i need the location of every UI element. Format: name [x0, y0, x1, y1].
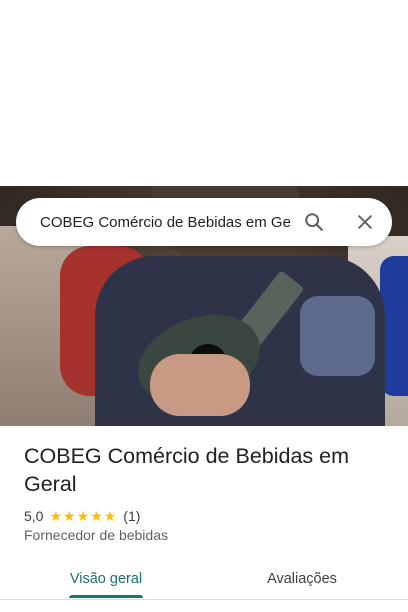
star-icon: ★	[63, 508, 76, 524]
star-icon: ★	[90, 508, 103, 524]
clear-search-button[interactable]	[349, 206, 381, 238]
search-input[interactable]	[40, 198, 304, 246]
photo-child-sleeve	[300, 296, 375, 376]
place-category[interactable]: Fornecedor de bebidas	[24, 527, 168, 543]
place-title: COBEG Comércio de Bebidas em Geral	[24, 444, 350, 496]
rating-stars: ★ ★ ★ ★ ★	[49, 509, 117, 523]
tab-overview[interactable]: Visão geral	[56, 558, 156, 600]
star-icon: ★	[76, 508, 90, 524]
photo-child-hand	[150, 354, 250, 416]
rating-row[interactable]: 5,0 ★ ★ ★ ★ ★ (1)	[24, 507, 140, 525]
search-bar	[16, 198, 392, 246]
close-icon	[358, 215, 372, 229]
blank-area	[0, 0, 408, 186]
review-count[interactable]: (1)	[123, 508, 140, 524]
tab-reviews[interactable]: Avaliações	[252, 558, 352, 600]
search-icon	[305, 213, 323, 231]
place-tabs: Visão geral Avaliações	[0, 558, 408, 600]
star-icon: ★	[103, 508, 117, 524]
active-tab-indicator	[69, 595, 143, 598]
rating-value: 5,0	[24, 508, 44, 524]
star-icon: ★	[49, 508, 63, 524]
search-button[interactable]	[298, 206, 330, 238]
